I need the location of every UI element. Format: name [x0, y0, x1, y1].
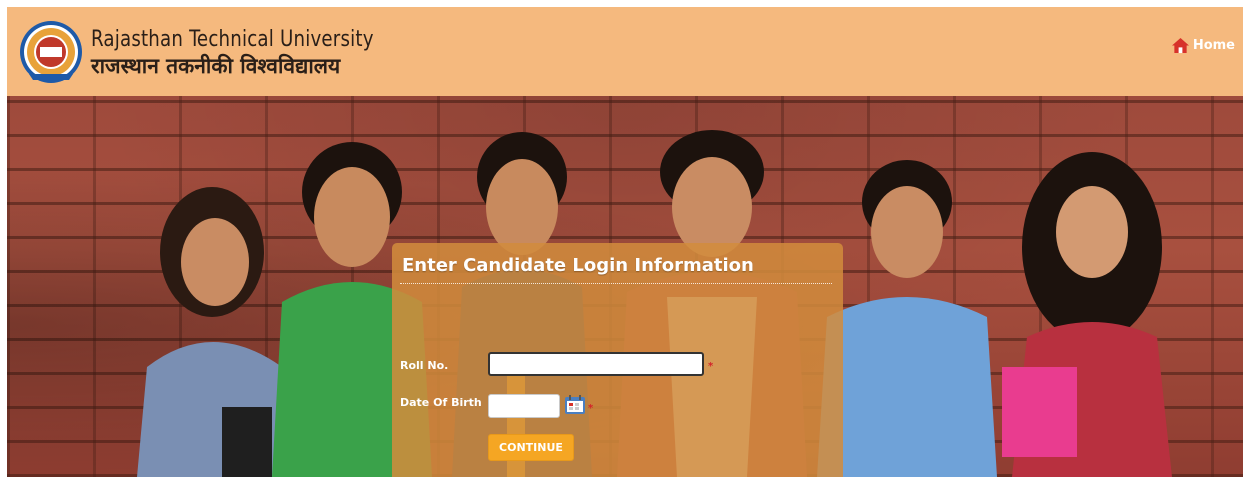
dob-input[interactable] — [488, 394, 560, 418]
required-marker: * — [588, 403, 594, 414]
home-icon — [1171, 37, 1189, 54]
page-frame: Rajasthan Technical University राजस्थान … — [7, 7, 1243, 477]
calendar-icon[interactable] — [564, 393, 586, 415]
university-name-hindi: राजस्थान तकनीकी विश्वविद्यालय — [91, 54, 341, 78]
dob-label: Date Of Birth — [400, 396, 482, 409]
continue-button[interactable]: CONTINUE — [488, 434, 574, 461]
roll-no-input[interactable] — [488, 352, 704, 376]
login-panel: Enter Candidate Login Information Roll N… — [392, 243, 843, 477]
login-title: Enter Candidate Login Information — [402, 255, 754, 276]
hero-banner: Enter Candidate Login Information Roll N… — [7, 96, 1243, 477]
university-seal-icon — [20, 21, 82, 83]
required-marker: * — [708, 361, 714, 372]
login-divider — [400, 283, 832, 284]
student-figure — [1002, 152, 1172, 477]
roll-no-label: Roll No. — [400, 359, 449, 372]
site-header: Rajasthan Technical University राजस्थान … — [7, 7, 1243, 96]
home-label: Home — [1192, 38, 1235, 53]
home-link[interactable]: Home — [1171, 37, 1235, 54]
university-name-english: Rajasthan Technical University — [91, 27, 374, 52]
